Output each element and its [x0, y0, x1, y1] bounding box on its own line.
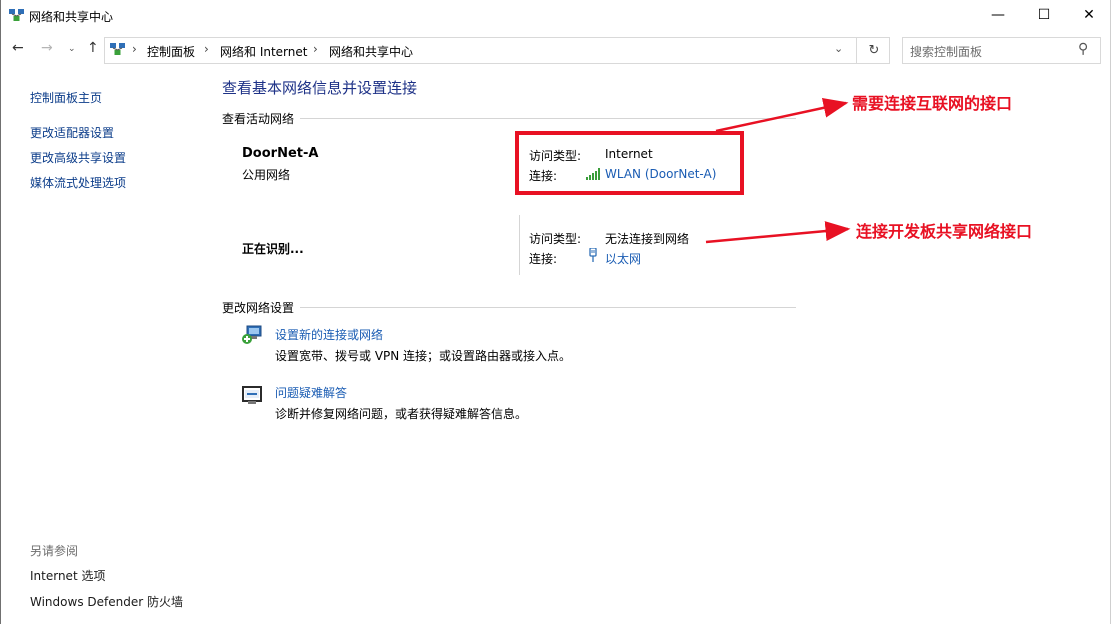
breadcrumb-sharing-center[interactable]: 网络和共享中心	[329, 43, 413, 60]
window-title: 网络和共享中心	[29, 10, 114, 24]
troubleshoot-icon	[242, 386, 262, 404]
search-placeholder[interactable]: 搜索控制面板	[910, 43, 982, 60]
active-networks-label: 查看活动网络	[222, 110, 301, 127]
change-settings-label: 更改网络设置	[222, 299, 301, 316]
divider	[222, 118, 796, 119]
annotation-arrow-2	[705, 221, 851, 244]
annotation-internet-interface: 需要连接互联网的接口	[852, 94, 1013, 113]
troubleshoot-desc: 诊断并修复网络问题，或者获得疑难解答信息。	[275, 407, 528, 421]
window-border-left	[0, 0, 1, 624]
new-connection-desc: 设置宽带、拨号或 VPN 连接；或设置路由器或接入点。	[275, 349, 572, 363]
sidebar-item-advanced-sharing[interactable]: 更改高级共享设置	[30, 149, 126, 166]
annotation-shared-interface: 连接开发板共享网络接口	[856, 222, 1033, 241]
refresh-icon[interactable]: ↻	[856, 37, 891, 64]
up-arrow-icon[interactable]: ↑	[87, 40, 99, 56]
title-bar[interactable]	[1, 0, 1110, 32]
troubleshoot-link[interactable]: 问题疑难解答	[275, 384, 347, 401]
sidebar-item-home[interactable]: 控制面板主页	[30, 89, 102, 106]
network-name-identifying: 正在识别...	[242, 242, 304, 256]
breadcrumb-separator[interactable]: ›	[313, 42, 318, 56]
annotation-highlight-box	[515, 131, 744, 195]
divider	[222, 307, 796, 308]
minimize-button[interactable]: —	[975, 0, 1021, 30]
chevron-down-icon[interactable]: ⌄	[834, 42, 843, 55]
page-title: 查看基本网络信息并设置连接	[222, 79, 418, 97]
recent-locations-icon[interactable]: ⌄	[68, 44, 76, 54]
sidebar-item-adapter-settings[interactable]: 更改适配器设置	[30, 124, 114, 141]
see-also-label: 另请参阅	[30, 544, 79, 558]
network-icon	[9, 9, 24, 21]
see-also-internet-options[interactable]: Internet 选项	[30, 567, 105, 584]
access-type-value: 无法连接到网络	[605, 232, 690, 246]
connection-label: 连接:	[529, 252, 558, 266]
maximize-button[interactable]: ☐	[1021, 0, 1067, 30]
sidebar-item-media-streaming[interactable]: 媒体流式处理选项	[30, 174, 126, 191]
network-name: DoorNet-A	[242, 146, 319, 161]
close-button[interactable]: ✕	[1066, 0, 1111, 30]
breadcrumb-separator[interactable]: ›	[204, 42, 209, 56]
network-category-link[interactable]: 公用网络	[242, 166, 290, 183]
forward-arrow-icon[interactable]: →	[41, 40, 53, 56]
see-also-defender-firewall[interactable]: Windows Defender 防火墙	[30, 593, 183, 610]
breadcrumb-control-panel[interactable]: 控制面板	[147, 43, 195, 60]
search-icon[interactable]: ⚲	[1078, 41, 1088, 57]
annotation-arrow-1	[715, 97, 849, 133]
new-connection-link[interactable]: 设置新的连接或网络	[275, 326, 383, 343]
breadcrumb-network-internet[interactable]: 网络和 Internet	[220, 43, 307, 60]
vertical-divider	[519, 215, 520, 275]
ethernet-icon	[589, 248, 597, 262]
control-panel-icon	[110, 43, 125, 55]
access-type-label: 访问类型:	[529, 232, 582, 246]
breadcrumb-separator[interactable]: ›	[132, 42, 137, 56]
back-arrow-icon[interactable]: ←	[12, 40, 24, 56]
new-connection-icon	[242, 325, 262, 344]
ethernet-connection-link[interactable]: 以太网	[605, 250, 641, 267]
